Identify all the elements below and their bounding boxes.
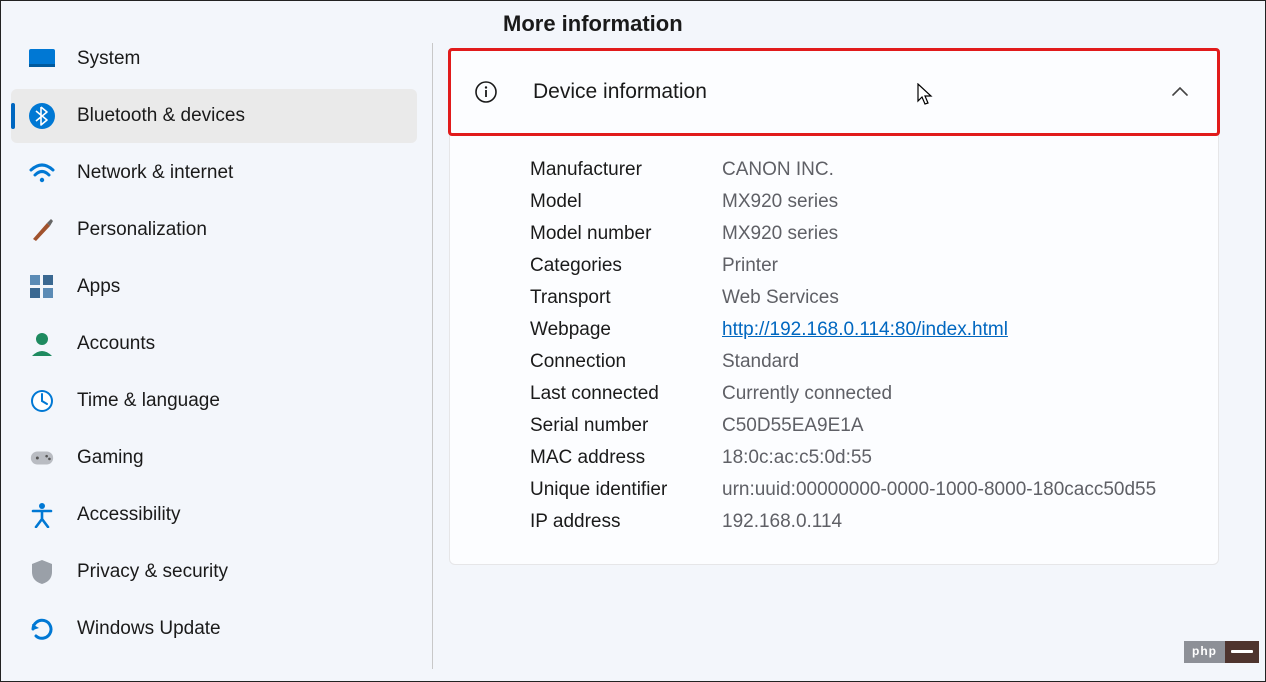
info-row-model: Model MX920 series — [530, 186, 1190, 218]
sidebar-item-windows-update[interactable]: Windows Update — [11, 602, 417, 656]
info-row-model-number: Model number MX920 series — [530, 218, 1190, 250]
sidebar-item-label: Windows Update — [77, 618, 417, 640]
sidebar-item-time-language[interactable]: Time & language — [11, 374, 417, 428]
info-row-connection: Connection Standard — [530, 346, 1190, 378]
brush-icon — [29, 217, 55, 243]
sidebar-item-label: Privacy & security — [77, 561, 417, 583]
accessibility-icon — [29, 502, 55, 528]
chevron-up-icon — [1171, 83, 1189, 101]
info-value: MX920 series — [722, 191, 1190, 213]
info-value: CANON INC. — [722, 159, 1190, 181]
shield-icon — [29, 559, 55, 585]
sidebar-item-apps[interactable]: Apps — [11, 260, 417, 314]
info-value: Web Services — [722, 287, 1190, 309]
info-value: MX920 series — [722, 223, 1190, 245]
sidebar-item-label: Bluetooth & devices — [77, 105, 417, 127]
watermark-text: php — [1184, 641, 1225, 663]
info-label: IP address — [530, 511, 722, 533]
info-row-unique-identifier: Unique identifier urn:uuid:00000000-0000… — [530, 474, 1190, 506]
sidebar-item-label: Accessibility — [77, 504, 417, 526]
info-row-webpage: Webpage http://192.168.0.114:80/index.ht… — [530, 314, 1190, 346]
device-information-card: Device information Manufacturer CANON IN… — [449, 49, 1219, 565]
info-value: Standard — [722, 351, 1190, 373]
info-value: urn:uuid:00000000-0000-1000-8000-180cacc… — [722, 479, 1190, 501]
sidebar-item-network-internet[interactable]: Network & internet — [11, 146, 417, 200]
info-value: 192.168.0.114 — [722, 511, 1190, 533]
watermark-stripe — [1225, 641, 1259, 663]
info-label: Transport — [530, 287, 722, 309]
sidebar-item-label: Apps — [77, 276, 417, 298]
card-title: Device information — [533, 80, 1171, 104]
sidebar-item-label: System — [77, 48, 417, 70]
sidebar-item-label: Gaming — [77, 447, 417, 469]
info-value: Currently connected — [722, 383, 1190, 405]
sidebar-item-label: Time & language — [77, 390, 417, 412]
sidebar-item-privacy-security[interactable]: Privacy & security — [11, 545, 417, 599]
sidebar-item-label: Personalization — [77, 219, 417, 241]
info-label: Last connected — [530, 383, 722, 405]
info-value: 18:0c:ac:c5:0d:55 — [722, 447, 1190, 469]
info-label: MAC address — [530, 447, 722, 469]
section-title: More information — [503, 11, 1247, 37]
nav-list: System Bluetooth & devices Network & int… — [1, 32, 433, 656]
update-icon — [29, 616, 55, 642]
info-row-last-connected: Last connected Currently connected — [530, 378, 1190, 410]
apps-icon — [29, 274, 55, 300]
info-label: Serial number — [530, 415, 722, 437]
bluetooth-icon — [29, 103, 55, 129]
main-content: More information Device information Manu… — [433, 1, 1265, 681]
info-row-serial-number: Serial number C50D55EA9E1A — [530, 410, 1190, 442]
account-icon — [29, 331, 55, 357]
sidebar-item-system[interactable]: System — [11, 32, 417, 86]
settings-sidebar: System Bluetooth & devices Network & int… — [1, 1, 433, 681]
info-row-manufacturer: Manufacturer CANON INC. — [530, 154, 1190, 186]
clock-icon — [29, 388, 55, 414]
system-icon — [29, 46, 55, 72]
info-label: Categories — [530, 255, 722, 277]
info-label: Unique identifier — [530, 479, 722, 501]
sidebar-item-label: Accounts — [77, 333, 417, 355]
sidebar-item-accounts[interactable]: Accounts — [11, 317, 417, 371]
wifi-icon — [29, 160, 55, 186]
sidebar-item-gaming[interactable]: Gaming — [11, 431, 417, 485]
sidebar-item-label: Network & internet — [77, 162, 417, 184]
watermark-badge: php — [1184, 641, 1259, 663]
info-row-mac-address: MAC address 18:0c:ac:c5:0d:55 — [530, 442, 1190, 474]
sidebar-item-accessibility[interactable]: Accessibility — [11, 488, 417, 542]
info-label: Webpage — [530, 319, 722, 341]
info-label: Connection — [530, 351, 722, 373]
info-value: Printer — [722, 255, 1190, 277]
sidebar-item-bluetooth-devices[interactable]: Bluetooth & devices — [11, 89, 417, 143]
device-information-header[interactable]: Device information — [448, 48, 1220, 136]
info-value-link[interactable]: http://192.168.0.114:80/index.html — [722, 319, 1190, 341]
info-row-categories: Categories Printer — [530, 250, 1190, 282]
info-label: Model — [530, 191, 722, 213]
info-row-ip-address: IP address 192.168.0.114 — [530, 506, 1190, 538]
info-row-transport: Transport Web Services — [530, 282, 1190, 314]
sidebar-item-personalization[interactable]: Personalization — [11, 203, 417, 257]
game-icon — [29, 445, 55, 471]
device-information-body: Manufacturer CANON INC. Model MX920 seri… — [450, 134, 1218, 564]
sidebar-divider — [432, 43, 433, 669]
info-icon — [473, 79, 499, 105]
info-label: Manufacturer — [530, 159, 722, 181]
info-value: C50D55EA9E1A — [722, 415, 1190, 437]
info-label: Model number — [530, 223, 722, 245]
